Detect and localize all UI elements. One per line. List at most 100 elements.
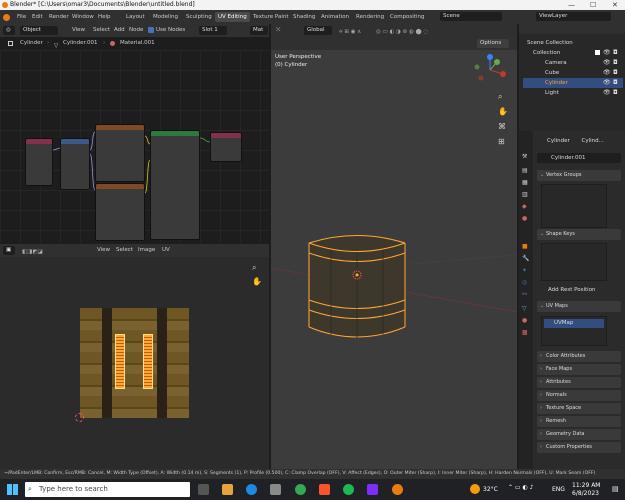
tab-shading[interactable]: Shading <box>290 12 318 22</box>
panel-shape-keys[interactable]: Shape Keys <box>537 229 621 240</box>
material-dropdown[interactable]: Mat <box>250 26 268 35</box>
render-tab-icon[interactable]: ▤ <box>522 167 528 174</box>
transform-pivot-icon[interactable]: ⤬ <box>273 26 297 35</box>
panel-face-maps[interactable]: Face Maps <box>537 364 621 375</box>
task-view-icon[interactable] <box>198 484 209 495</box>
clock-date[interactable]: 6/8/2023 <box>572 490 599 497</box>
eye-icon[interactable]: 👁 <box>603 68 611 78</box>
eye-icon[interactable]: 👁 <box>603 88 611 98</box>
menu-help[interactable]: Help <box>98 10 111 24</box>
tab-sculpting[interactable]: Sculpting <box>183 12 215 22</box>
weather-temp[interactable]: 32°C <box>483 486 498 493</box>
eye-icon[interactable]: 👁 <box>603 48 611 58</box>
3d-viewport[interactable]: User Perspective (0) Cylinder ⌕ ✋ ⌘ ⊞ <box>271 50 517 469</box>
checkbox-icon[interactable] <box>595 50 600 55</box>
language-indicator[interactable]: ENG <box>552 486 565 493</box>
camera-icon[interactable]: ◘ <box>613 88 618 98</box>
tab-uv-editing[interactable]: UV Editing <box>215 12 250 22</box>
panel-attributes[interactable]: Attributes <box>537 377 621 388</box>
uv-editor-canvas[interactable]: ⌕ ✋ <box>0 257 269 469</box>
slot-dropdown[interactable]: Slot 1 <box>199 26 227 35</box>
node-editor-canvas[interactable] <box>0 50 269 242</box>
zoom-icon[interactable]: ⌕ <box>252 263 256 273</box>
output-tab-icon[interactable]: ▦ <box>522 179 528 186</box>
tab-modeling[interactable]: Modeling <box>150 12 181 22</box>
panel-color-attributes[interactable]: Color Attributes <box>537 351 621 362</box>
tab-rendering[interactable]: Rendering <box>353 12 387 22</box>
constraints-tab-icon[interactable]: ⚯ <box>522 291 527 298</box>
tab-texture-paint[interactable]: Texture Paint <box>250 12 292 22</box>
taskbar-search-input[interactable]: ⌕ Type here to search <box>25 482 190 497</box>
node-menu-view[interactable]: View <box>72 24 85 37</box>
panel-uv-maps[interactable]: UV Maps <box>537 301 621 312</box>
outliner-row[interactable]: Light 👁 ◘ <box>523 88 623 98</box>
tab-animation[interactable]: Animation <box>318 12 352 22</box>
panel-remesh[interactable]: Remesh <box>537 416 621 427</box>
clock-time[interactable]: 11:29 AM <box>572 482 600 489</box>
app-icon[interactable] <box>367 484 378 495</box>
camera-icon[interactable]: ◘ <box>613 48 618 58</box>
pan-hand-icon[interactable]: ✋ <box>252 277 262 286</box>
checkbox-icon[interactable] <box>148 27 154 33</box>
menu-edit[interactable]: Edit <box>32 10 43 24</box>
uv-editor-type-icon[interactable]: ▣ <box>3 246 15 255</box>
tab-layout[interactable]: Layout <box>123 12 148 22</box>
windows-start-icon[interactable] <box>7 484 18 495</box>
camera-icon[interactable]: ◘ <box>613 58 618 68</box>
close-button[interactable]: ✕ <box>612 0 618 10</box>
tool-tab-icon[interactable]: ⚒ <box>522 153 527 160</box>
node-menu-select[interactable]: Select <box>93 24 110 37</box>
node-menu-add[interactable]: Add <box>114 24 125 37</box>
material-tab-icon[interactable]: ● <box>522 317 527 324</box>
panel-geometry-data[interactable]: Geometry Data <box>537 429 621 440</box>
uv-island-selected[interactable] <box>143 334 153 389</box>
panel-texture-space[interactable]: Texture Space <box>537 403 621 414</box>
eye-icon[interactable]: 👁 <box>603 78 611 88</box>
panel-custom-properties[interactable]: Custom Properties <box>537 442 621 453</box>
mesh-name-field[interactable]: Cylinder.001 <box>537 153 621 163</box>
uv-maps-list[interactable]: UVMap <box>541 316 607 346</box>
edge-icon[interactable] <box>246 484 257 495</box>
chrome-icon[interactable] <box>295 484 306 495</box>
camera-icon[interactable]: ◘ <box>613 68 618 78</box>
use-nodes-toggle[interactable]: Use Nodes <box>156 24 185 37</box>
particles-tab-icon[interactable]: ✦ <box>522 267 527 274</box>
uvmap-item[interactable]: UVMap <box>544 319 604 328</box>
blender-menu-icon[interactable] <box>3 14 10 21</box>
world-tab-icon[interactable]: ● <box>522 215 527 222</box>
shape-keys-list[interactable] <box>541 243 607 281</box>
camera-icon[interactable]: ◘ <box>613 78 618 88</box>
uv-menu-image[interactable]: Image <box>138 244 155 257</box>
maximize-button[interactable]: ☐ <box>590 0 596 10</box>
node-menu-node[interactable]: Node <box>129 24 143 37</box>
outliner-row[interactable]: Collection 👁 ◘ <box>523 48 623 58</box>
outliner-row-selected[interactable]: Cylinder 👁 ◘ <box>523 78 623 88</box>
blender-taskbar-icon[interactable] <box>392 484 403 495</box>
menu-render[interactable]: Render <box>49 10 69 24</box>
uv-menu-select[interactable]: Select <box>116 244 133 257</box>
uv-menu-view[interactable]: View <box>97 244 110 257</box>
mesh-data-tab-icon[interactable]: ▽ <box>522 305 527 312</box>
uv-menu-uv[interactable]: UV <box>162 244 170 257</box>
file-explorer-icon[interactable] <box>222 484 233 495</box>
store-icon[interactable] <box>270 484 281 495</box>
physics-tab-icon[interactable]: ◎ <box>522 279 527 286</box>
object-mode-dropdown[interactable]: Object <box>20 26 58 35</box>
add-rest-position-checkbox[interactable]: Add Rest Position <box>541 286 596 295</box>
object-tab-icon[interactable]: ■ <box>522 243 528 250</box>
outliner-row[interactable]: Cube 👁 ◘ <box>523 68 623 78</box>
editor-type-icon[interactable]: ◎ <box>3 26 15 35</box>
view-layer-tab-icon[interactable]: ▥ <box>522 191 528 198</box>
transform-orientation-dropdown[interactable]: Global <box>304 26 332 35</box>
eye-icon[interactable]: 👁 <box>603 58 611 68</box>
options-dropdown[interactable]: Options <box>477 39 509 48</box>
uv-island-selected[interactable] <box>115 334 125 389</box>
notifications-icon[interactable]: ▤ <box>612 485 619 493</box>
outliner-row[interactable]: Camera 👁 ◘ <box>523 58 623 68</box>
viewlayer-selector[interactable]: ViewLayer <box>536 12 611 21</box>
tray-icons[interactable]: ⌃ ▭ ◐ ♪ <box>508 484 533 491</box>
texture-tab-icon[interactable]: ▩ <box>522 329 528 336</box>
scene-selector[interactable]: Scene <box>440 12 502 21</box>
menu-window[interactable]: Window <box>72 10 94 24</box>
modifier-tab-icon[interactable]: 🔧 <box>522 255 529 262</box>
